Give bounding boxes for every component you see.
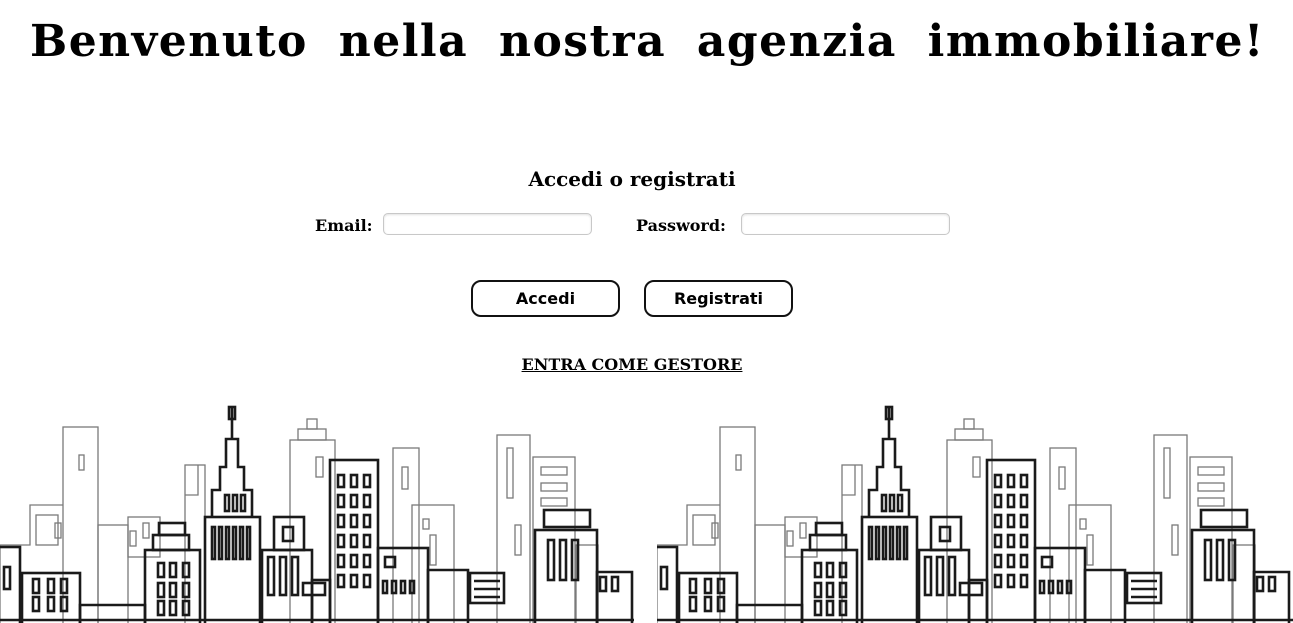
login-heading: Accedi o registrati [528, 167, 736, 191]
password-label: Password: [636, 216, 726, 235]
city-skyline-illustration-right [657, 405, 1293, 623]
manager-login-link[interactable]: ENTRA COME GESTORE [522, 355, 743, 374]
login-button[interactable]: Accedi [471, 280, 620, 317]
register-button[interactable]: Registrati [644, 280, 793, 317]
password-field[interactable] [741, 213, 950, 235]
manager-login-link-row: ENTRA COME GESTORE [0, 355, 1264, 375]
email-label: Email: [315, 216, 373, 235]
city-skyline-illustration-left [0, 405, 634, 623]
page-title: Benvenuto nella nostra agenzia immobilia… [30, 16, 1265, 67]
page: Benvenuto nella nostra agenzia immobilia… [0, 0, 1293, 623]
email-field[interactable] [383, 213, 592, 235]
